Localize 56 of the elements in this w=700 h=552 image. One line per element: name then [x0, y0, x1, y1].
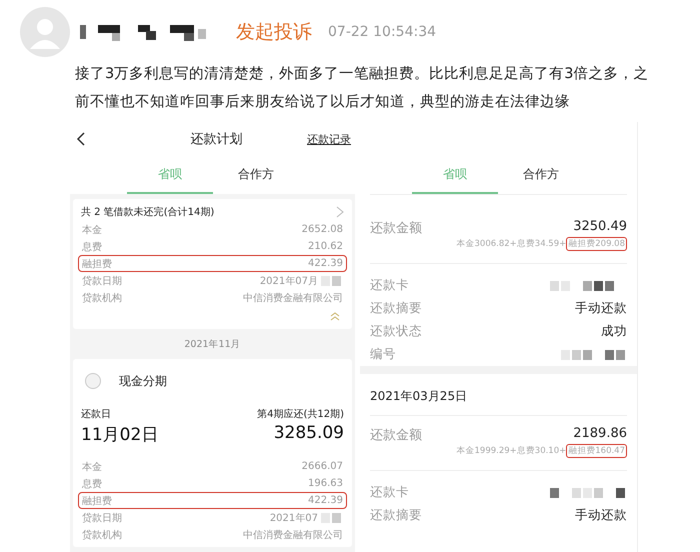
- row-value: 中信消费金融有限公司: [243, 528, 343, 542]
- tab[interactable]: 合作方: [498, 156, 584, 194]
- collapse-icon[interactable]: [330, 312, 340, 321]
- row-label: 息费: [82, 240, 102, 254]
- amount-breakdown: 本金1999.29+息费30.10+: [456, 445, 566, 457]
- card-heading: 共 2 笔借款未还完(合计14期): [81, 206, 214, 219]
- row-label: 还款卡: [370, 277, 409, 294]
- amount-label: 还款金额: [370, 220, 422, 237]
- amount-label: 还款金额: [370, 427, 422, 444]
- records-link[interactable]: 还款记录: [307, 132, 351, 146]
- row-label: 贷款日期: [82, 274, 122, 288]
- row-value: 210.62: [308, 241, 343, 252]
- row-label: 还款摘要: [370, 507, 422, 524]
- row-value: 422.39: [308, 495, 343, 506]
- amount-breakdown: 本金3006.82+息费34.59+: [456, 238, 566, 250]
- row-label: 贷款机构: [82, 528, 122, 542]
- row-label: 本金: [82, 460, 102, 474]
- row-value: 手动还款: [575, 507, 627, 524]
- amount-value: 3250.49: [573, 219, 627, 236]
- row-value: 成功: [601, 323, 627, 340]
- screen-title: 还款计划: [190, 131, 242, 148]
- due-amount: 3285.09: [274, 423, 344, 445]
- row-label: 贷款日期: [82, 512, 122, 524]
- post-time: 07-22 10:54:34: [328, 24, 436, 40]
- month-label: 2021年11月: [183, 338, 242, 352]
- row-label: 息费: [82, 478, 102, 490]
- record-date: 2021年03月25日: [370, 374, 627, 416]
- row-value: 2021年07月: [260, 274, 318, 288]
- row-label: 编号: [370, 346, 396, 363]
- row-value: 422.39: [308, 258, 343, 269]
- guarantee-fee: 融担费209.08: [566, 237, 627, 251]
- back-icon[interactable]: [76, 132, 86, 146]
- due-label: 还款日: [81, 408, 111, 421]
- tab[interactable]: 合作方: [213, 156, 299, 194]
- chevron-right-icon[interactable]: [336, 206, 344, 218]
- row-label: 还款摘要: [370, 300, 422, 317]
- row-label: 融担费: [82, 494, 112, 508]
- row-label: 还款状态: [370, 323, 422, 340]
- avatar-icon: [20, 7, 70, 57]
- row-label: 融担费: [82, 258, 112, 270]
- row-value: 2652.08: [302, 224, 343, 235]
- row-value: 2021年07: [270, 512, 318, 524]
- row-value: 2666.07: [302, 461, 343, 472]
- row-value: 中信消费金融有限公司: [243, 292, 343, 304]
- row-value: 196.63: [308, 478, 343, 489]
- plan-name: 现金分期: [119, 372, 167, 390]
- period-label: 第4期应还(共12期): [257, 408, 344, 421]
- row-label: 本金: [82, 224, 102, 236]
- post-text: 接了3万多利息写的清清楚楚，外面多了一笔融担费。比比利息足足高了有3倍之多，之前不懂也不知道咋回事后来朋友给说了以后才知道，典型的游走在法律边缘: [75, 64, 650, 112]
- row-label: 贷款机构: [82, 292, 122, 304]
- row-label: 还款卡: [370, 484, 409, 501]
- radio-button[interactable]: [85, 373, 101, 389]
- due-date: 11月02日: [81, 424, 158, 446]
- guarantee-fee: 融担费160.47: [566, 444, 627, 458]
- amount-value: 2189.86: [573, 426, 627, 443]
- row-value: 手动还款: [575, 300, 627, 317]
